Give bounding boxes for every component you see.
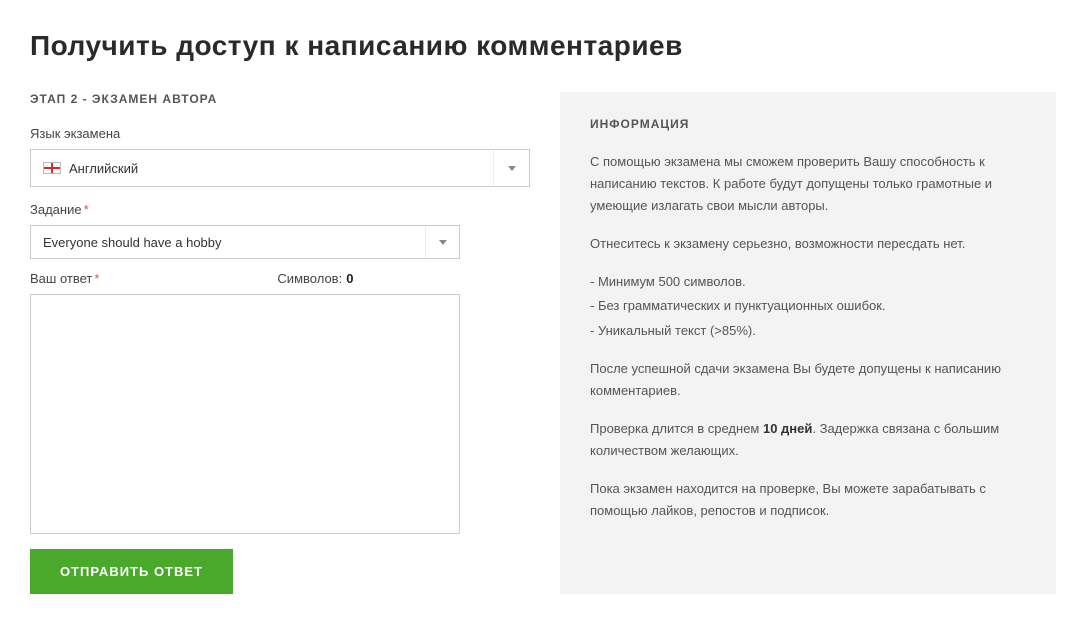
flag-england-icon (43, 162, 61, 174)
answer-textarea[interactable] (30, 294, 460, 534)
info-paragraph: После успешной сдачи экзамена Вы будете … (590, 358, 1026, 402)
info-rule: - Минимум 500 символов. (590, 271, 1026, 293)
required-mark: * (94, 271, 99, 286)
lang-select[interactable]: Английский (30, 149, 530, 187)
symbols-count: 0 (346, 271, 353, 286)
lang-select-value: Английский (69, 161, 138, 176)
page-title: Получить доступ к написанию комментариев (30, 30, 1056, 62)
required-mark: * (84, 202, 89, 217)
answer-label: Ваш ответ* (30, 271, 99, 286)
submit-button[interactable]: ОТПРАВИТЬ ОТВЕТ (30, 549, 233, 594)
info-panel: ИНФОРМАЦИЯ С помощью экзамена мы сможем … (560, 92, 1056, 594)
chevron-down-icon (425, 226, 459, 258)
task-select[interactable]: Everyone should have a hobby (30, 225, 460, 259)
task-select-value: Everyone should have a hobby (43, 235, 222, 250)
info-paragraph: Пока экзамен находится на проверке, Вы м… (590, 478, 1026, 522)
lang-label: Язык экзамена (30, 126, 530, 141)
info-title: ИНФОРМАЦИЯ (590, 117, 1026, 131)
info-rules: - Минимум 500 символов. - Без грамматиче… (590, 271, 1026, 341)
symbols-label: Символов: (277, 271, 342, 286)
task-label: Задание* (30, 202, 530, 217)
info-paragraph: С помощью экзамена мы сможем проверить В… (590, 151, 1026, 217)
chevron-down-icon (493, 150, 529, 186)
info-paragraph: Отнеситесь к экзамену серьезно, возможно… (590, 233, 1026, 255)
step-label: ЭТАП 2 - ЭКЗАМЕН АВТОРА (30, 92, 530, 106)
info-paragraph: Проверка длится в среднем 10 дней. Задер… (590, 418, 1026, 462)
info-rule: - Без грамматических и пунктуационных ош… (590, 295, 1026, 317)
info-rule: - Уникальный текст (>85%). (590, 320, 1026, 342)
